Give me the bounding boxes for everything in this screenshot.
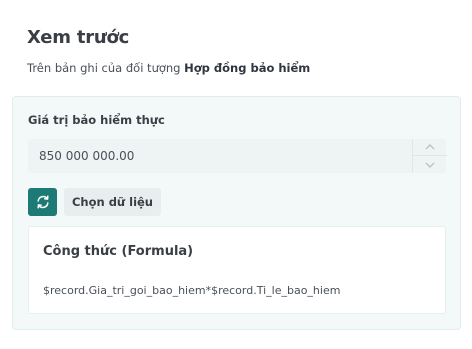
quantity-stepper[interactable]: [412, 139, 447, 173]
stepper-up-button[interactable]: [413, 139, 447, 156]
preview-subtitle: Trên bản ghi của đối tượng Hợp đồng bảo …: [27, 61, 310, 75]
subtitle-prefix: Trên bản ghi của đối tượng: [27, 61, 185, 75]
chevron-up-icon: [425, 144, 435, 150]
refresh-button[interactable]: [28, 188, 57, 216]
refresh-icon: [36, 195, 49, 209]
formula-expression: $record.Gia_tri_goi_bao_hiem*$record.Ti_…: [43, 284, 341, 297]
stepper-down-button[interactable]: [413, 156, 447, 173]
page-title: Xem trước: [27, 27, 130, 48]
chevron-down-icon: [425, 162, 435, 168]
formula-box: Công thức (Formula) $record.Gia_tri_goi_…: [28, 226, 446, 314]
insurance-value-text[interactable]: 850 000 000.00: [39, 149, 134, 163]
preview-card: Giá trị bảo hiểm thực 850 000 000.00 Chọ…: [12, 96, 461, 330]
object-name: Hợp đồng bảo hiểm: [184, 61, 311, 75]
formula-title: Công thức (Formula): [43, 244, 194, 259]
preview-panel: Xem trước Trên bản ghi của đối tượng Hợp…: [0, 0, 472, 349]
field-label: Giá trị bảo hiểm thực: [28, 113, 165, 127]
insurance-value-input[interactable]: 850 000 000.00: [28, 139, 447, 173]
choose-data-button[interactable]: Chọn dữ liệu: [64, 188, 161, 216]
